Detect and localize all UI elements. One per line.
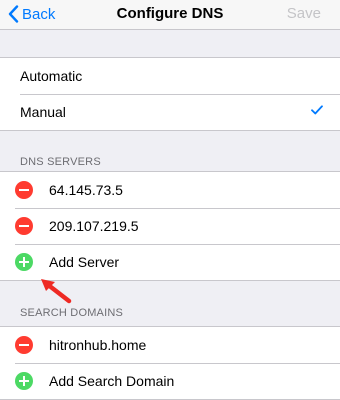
save-button[interactable]: Save xyxy=(287,5,321,22)
delete-domain-button[interactable] xyxy=(15,336,33,354)
navigation-bar: Back Configure DNS Save xyxy=(0,0,340,30)
dns-server-row[interactable]: 64.145.73.5 xyxy=(0,172,340,208)
section-header-search-domains: SEARCH DOMAINS xyxy=(20,307,124,319)
add-server-row[interactable]: Add Server xyxy=(0,244,340,280)
dns-mode-group: Automatic Manual xyxy=(0,57,340,131)
minus-icon xyxy=(19,189,29,191)
dns-servers-group: 64.145.73.5 209.107.219.5 Add Server xyxy=(0,171,340,281)
search-domain-name: hitronhub.home xyxy=(49,337,147,353)
checkmark-icon xyxy=(311,105,323,115)
search-domain-row[interactable]: hitronhub.home xyxy=(0,327,340,363)
plus-icon xyxy=(19,257,29,267)
add-search-domain-button[interactable] xyxy=(15,372,33,390)
back-label: Back xyxy=(22,5,56,23)
delete-server-button[interactable] xyxy=(15,181,33,199)
back-button[interactable]: Back xyxy=(8,4,55,24)
arrow-annotation-icon xyxy=(41,279,72,304)
mode-option-label: Automatic xyxy=(20,68,83,84)
add-server-label: Add Server xyxy=(49,254,120,270)
minus-icon xyxy=(19,225,29,227)
dns-server-row[interactable]: 209.107.219.5 xyxy=(0,208,340,244)
chevron-left-icon xyxy=(8,5,19,23)
search-domains-group: hitronhub.home Add Search Domain xyxy=(0,326,340,400)
mode-option-manual[interactable]: Manual xyxy=(0,94,340,130)
add-search-domain-row[interactable]: Add Search Domain xyxy=(0,363,340,399)
dns-server-address: 64.145.73.5 xyxy=(49,182,123,198)
delete-server-button[interactable] xyxy=(15,217,33,235)
mode-option-automatic[interactable]: Automatic xyxy=(0,58,340,94)
add-server-button[interactable] xyxy=(15,253,33,271)
plus-icon xyxy=(19,376,29,386)
section-header-dns-servers: DNS SERVERS xyxy=(20,156,101,168)
mode-option-label: Manual xyxy=(20,104,66,120)
minus-icon xyxy=(19,344,29,346)
add-search-domain-label: Add Search Domain xyxy=(49,373,175,389)
dns-server-address: 209.107.219.5 xyxy=(49,218,139,234)
